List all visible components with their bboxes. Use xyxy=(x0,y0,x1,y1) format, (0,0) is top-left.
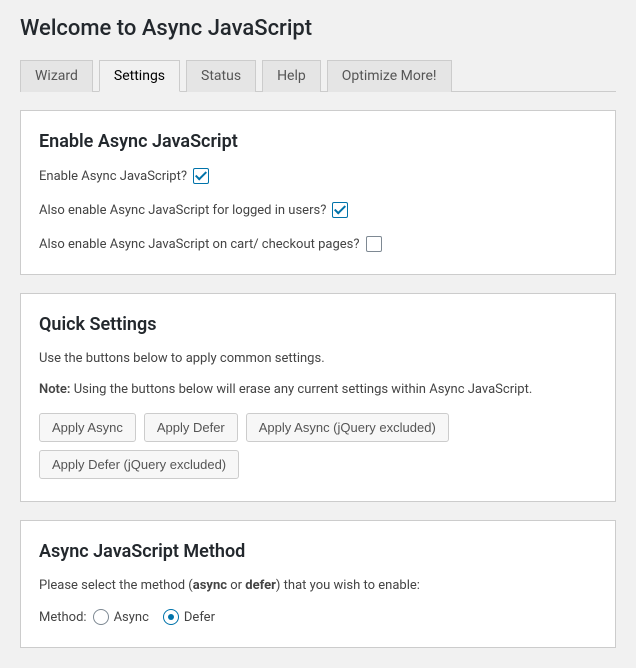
method-descr-strong2: defer xyxy=(245,578,276,593)
loggedin-checkbox[interactable] xyxy=(332,202,348,218)
tab-status[interactable]: Status xyxy=(186,60,256,92)
method-defer-label: Defer xyxy=(184,610,215,625)
tab-optimize[interactable]: Optimize More! xyxy=(327,60,452,92)
quick-note-label: Note: xyxy=(39,382,70,397)
quick-heading: Quick Settings xyxy=(39,314,597,335)
method-async-radio[interactable] xyxy=(93,609,109,625)
method-async-label: Async xyxy=(114,610,149,625)
enable-checkbox[interactable] xyxy=(193,168,209,184)
enable-label: Enable Async JavaScript? xyxy=(39,169,187,184)
quick-panel: Quick Settings Use the buttons below to … xyxy=(20,293,616,502)
tab-settings[interactable]: Settings xyxy=(99,60,180,92)
method-heading: Async JavaScript Method xyxy=(39,541,597,562)
method-descr-strong1: async xyxy=(193,578,227,593)
method-defer-radio[interactable] xyxy=(163,609,179,625)
method-descr-1: Please select the method ( xyxy=(39,578,193,593)
quick-note: Note: Using the buttons below will erase… xyxy=(39,382,597,397)
tab-help[interactable]: Help xyxy=(262,60,321,92)
nav-tabs: Wizard Settings Status Help Optimize Mor… xyxy=(20,59,616,92)
apply-async-nojq-button[interactable]: Apply Async (jQuery excluded) xyxy=(246,413,449,442)
apply-async-button[interactable]: Apply Async xyxy=(39,413,136,442)
method-descr-2: or xyxy=(227,578,245,593)
method-descr: Please select the method (async or defer… xyxy=(39,578,597,593)
apply-defer-button[interactable]: Apply Defer xyxy=(144,413,238,442)
quick-note-text: Using the buttons below will erase any c… xyxy=(70,382,532,397)
page-title: Welcome to Async JavaScript xyxy=(20,0,616,59)
method-defer-option[interactable]: Defer xyxy=(163,609,215,625)
enable-panel: Enable Async JavaScript Enable Async Jav… xyxy=(20,110,616,275)
method-label: Method: xyxy=(39,610,87,625)
enable-heading: Enable Async JavaScript xyxy=(39,131,597,152)
loggedin-label: Also enable Async JavaScript for logged … xyxy=(39,203,326,218)
cart-label: Also enable Async JavaScript on cart/ ch… xyxy=(39,237,360,252)
method-descr-3: ) that you wish to enable: xyxy=(276,578,420,593)
apply-defer-nojq-button[interactable]: Apply Defer (jQuery excluded) xyxy=(39,450,239,479)
method-panel: Async JavaScript Method Please select th… xyxy=(20,520,616,648)
quick-buttons: Apply Async Apply Defer Apply Async (jQu… xyxy=(39,413,597,479)
method-async-option[interactable]: Async xyxy=(93,609,149,625)
tab-wizard[interactable]: Wizard xyxy=(20,60,93,92)
cart-checkbox[interactable] xyxy=(366,236,382,252)
quick-descr: Use the buttons below to apply common se… xyxy=(39,351,597,366)
